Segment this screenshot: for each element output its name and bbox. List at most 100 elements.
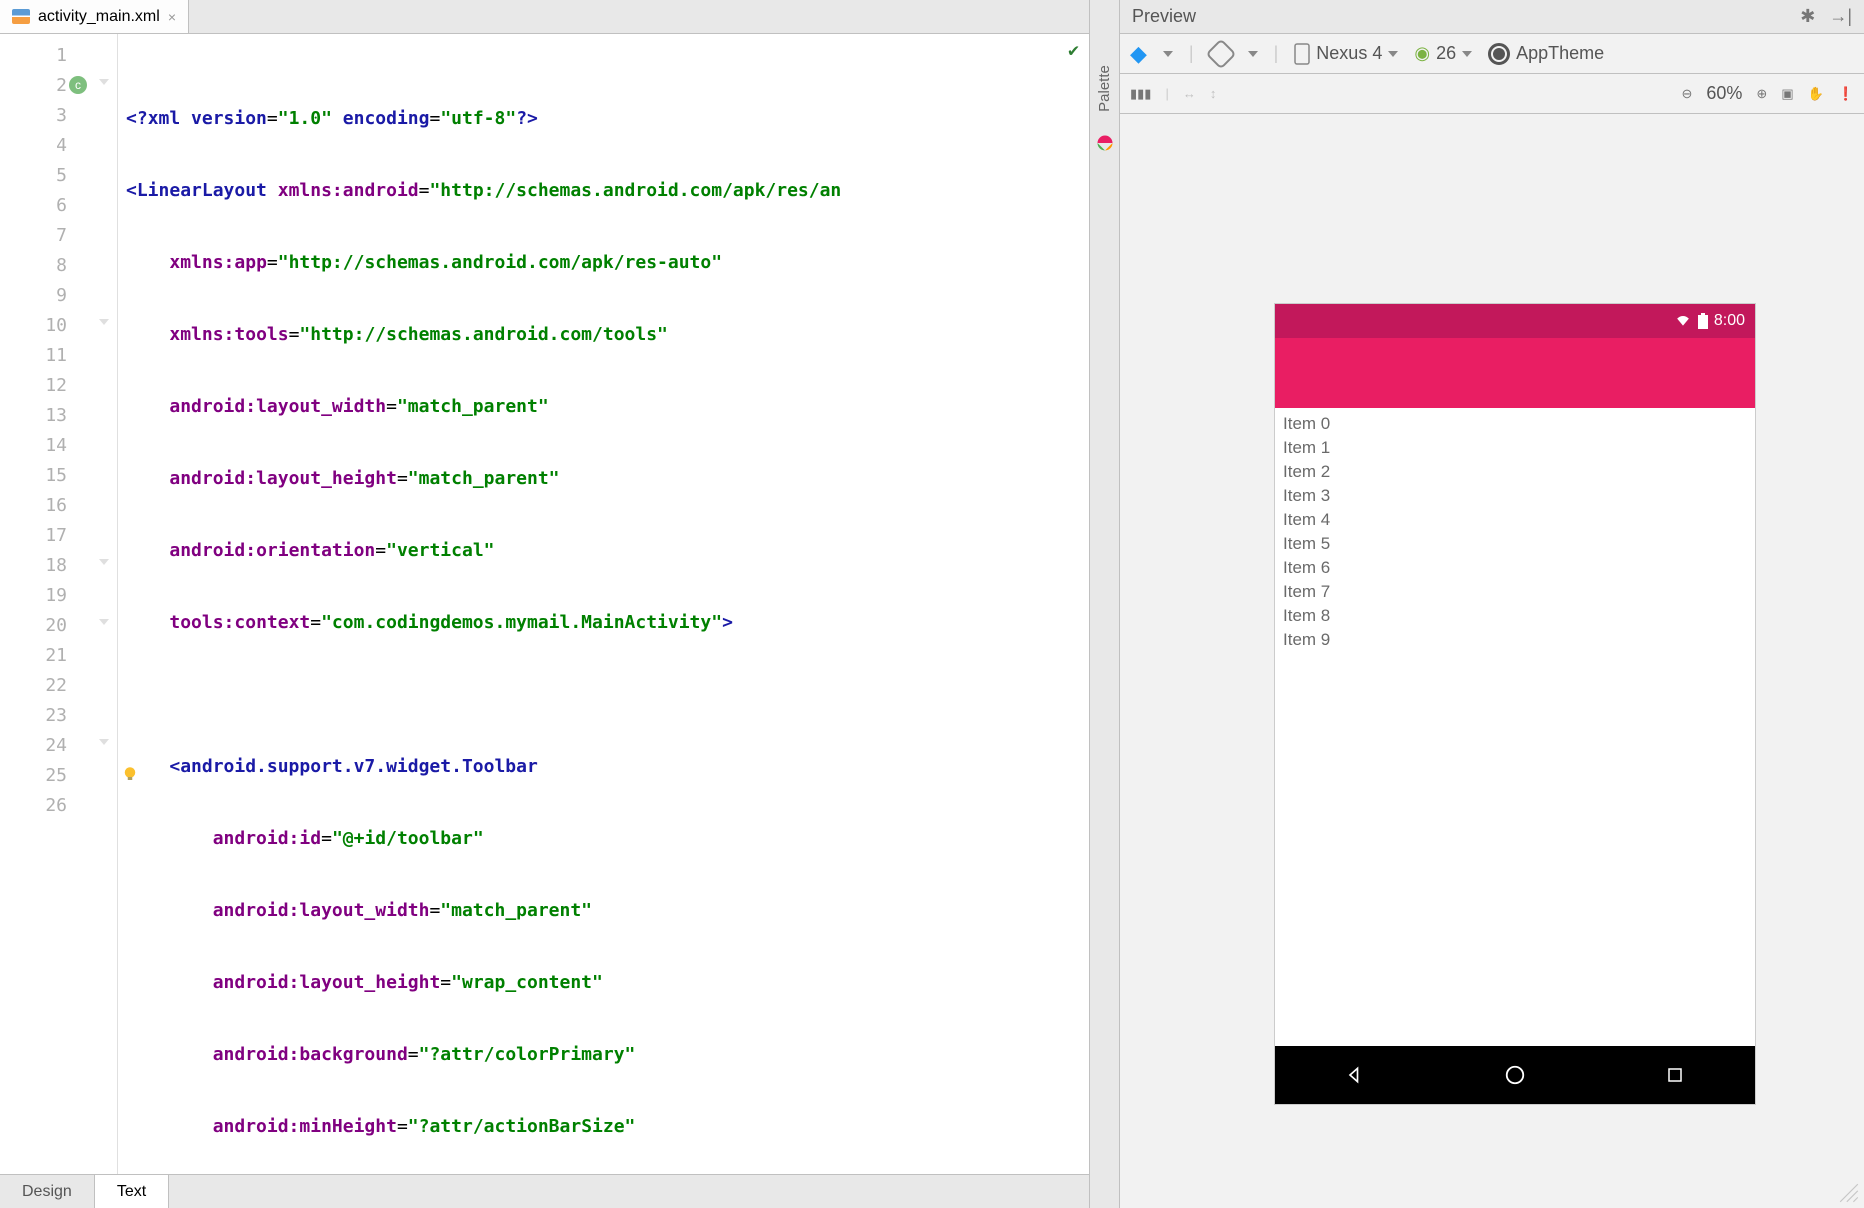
list-item: Item 8 bbox=[1283, 604, 1747, 628]
line-number: 15 bbox=[45, 465, 67, 486]
api-label: 26 bbox=[1436, 43, 1456, 64]
analysis-ok-icon[interactable]: ✔ bbox=[1068, 40, 1079, 61]
line-number: 17 bbox=[45, 525, 67, 546]
fold-icon[interactable] bbox=[99, 619, 109, 629]
line-number: 14 bbox=[45, 435, 67, 456]
line-number: 22 bbox=[45, 675, 67, 696]
palette-label: Palette bbox=[1096, 65, 1113, 112]
preview-canvas[interactable]: 8:00 Item 0 Item 1 Item 2 Item 3 Item 4 … bbox=[1120, 114, 1864, 1208]
phone-icon bbox=[1294, 43, 1310, 65]
device-frame: 8:00 Item 0 Item 1 Item 2 Item 3 Item 4 … bbox=[1275, 304, 1755, 1104]
tab-design[interactable]: Design bbox=[0, 1175, 95, 1208]
line-number: 13 bbox=[45, 405, 67, 426]
lightbulb-icon[interactable] bbox=[121, 765, 139, 783]
chevron-down-icon[interactable] bbox=[1248, 51, 1258, 57]
android-icon: ◉ bbox=[1414, 43, 1430, 64]
resize-grip-icon[interactable] bbox=[1838, 1182, 1860, 1204]
status-bar: 8:00 bbox=[1275, 304, 1755, 338]
line-number: 12 bbox=[45, 375, 67, 396]
line-number: 3 bbox=[56, 105, 67, 126]
list-item: Item 2 bbox=[1283, 460, 1747, 484]
gear-icon[interactable]: ✱ bbox=[1800, 6, 1815, 27]
theme-label: AppTheme bbox=[1516, 43, 1604, 64]
api-selector[interactable]: ◉ 26 bbox=[1414, 43, 1472, 64]
preview-header: Preview ✱ →| bbox=[1120, 0, 1864, 34]
coverage-marker-icon[interactable]: c bbox=[69, 76, 87, 94]
line-number: 5 bbox=[56, 165, 67, 186]
fold-icon[interactable] bbox=[99, 319, 109, 329]
line-number: 19 bbox=[45, 585, 67, 606]
pan-tool-icon[interactable]: ✋ bbox=[1808, 86, 1824, 102]
line-number: 18 bbox=[45, 555, 67, 576]
line-number: 21 bbox=[45, 645, 67, 666]
line-number: 6 bbox=[56, 195, 67, 216]
list-item: Item 4 bbox=[1283, 508, 1747, 532]
line-number: 26 bbox=[45, 795, 67, 816]
tab-text[interactable]: Text bbox=[95, 1175, 169, 1208]
fold-icon[interactable] bbox=[99, 559, 109, 569]
device-label: Nexus 4 bbox=[1316, 43, 1382, 64]
theme-icon bbox=[1488, 43, 1510, 65]
chevron-down-icon bbox=[1462, 51, 1472, 57]
xml-file-icon bbox=[12, 9, 30, 24]
list-item: Item 6 bbox=[1283, 556, 1747, 580]
layers-icon[interactable]: ◆ bbox=[1130, 41, 1147, 67]
line-number: 8 bbox=[56, 255, 67, 276]
recycler-view: Item 0 Item 1 Item 2 Item 3 Item 4 Item … bbox=[1275, 408, 1755, 1046]
pan-horizontal-icon: ↔ bbox=[1183, 86, 1196, 101]
list-item: Item 5 bbox=[1283, 532, 1747, 556]
status-time: 8:00 bbox=[1714, 312, 1745, 330]
preview-toolbar-2: ▮▮▮ | ↔ ↕ ⊖ 60% ⊕ ▣ ✋ ❗ bbox=[1120, 74, 1864, 114]
list-item: Item 7 bbox=[1283, 580, 1747, 604]
wifi-icon bbox=[1674, 314, 1692, 328]
list-item: Item 9 bbox=[1283, 628, 1747, 652]
nav-bar bbox=[1275, 1046, 1755, 1104]
chevron-down-icon[interactable] bbox=[1163, 51, 1173, 57]
list-item: Item 3 bbox=[1283, 484, 1747, 508]
preview-toolbar-1: ◆ | | Nexus 4 ◉ 26 AppTheme bbox=[1120, 34, 1864, 74]
preview-panel: Preview ✱ →| ◆ | | Nexus 4 ◉ 26 AppTheme… bbox=[1120, 0, 1864, 1208]
fold-icon[interactable] bbox=[99, 739, 109, 749]
file-tab-label: activity_main.xml bbox=[38, 8, 160, 26]
hide-icon[interactable]: →| bbox=[1829, 6, 1852, 27]
recent-icon bbox=[1662, 1062, 1688, 1088]
line-number: 20 bbox=[45, 615, 67, 636]
zoom-level: 60% bbox=[1706, 83, 1742, 104]
line-number: 9 bbox=[56, 285, 67, 306]
pan-vertical-icon: ↕ bbox=[1210, 86, 1217, 101]
line-number: 7 bbox=[56, 225, 67, 246]
chevron-down-icon bbox=[1388, 51, 1398, 57]
palette-icon bbox=[1095, 133, 1115, 153]
theme-selector[interactable]: AppTheme bbox=[1488, 43, 1604, 65]
zoom-out-icon[interactable]: ⊖ bbox=[1681, 86, 1692, 102]
line-number: 25 bbox=[45, 765, 67, 786]
list-item: Item 1 bbox=[1283, 436, 1747, 460]
line-number: 24 bbox=[45, 735, 67, 756]
orientation-icon[interactable] bbox=[1205, 38, 1236, 69]
code-area[interactable]: ✔ <?xml version="1.0" encoding="utf-8"?>… bbox=[118, 34, 1089, 1174]
line-number: 23 bbox=[45, 705, 67, 726]
close-icon[interactable]: × bbox=[168, 9, 176, 25]
warnings-icon[interactable]: ❗ bbox=[1838, 86, 1854, 102]
back-icon bbox=[1342, 1062, 1368, 1088]
line-number: 4 bbox=[56, 135, 67, 156]
line-number: 16 bbox=[45, 495, 67, 516]
list-item: Item 0 bbox=[1283, 412, 1747, 436]
fold-icon[interactable] bbox=[99, 79, 109, 89]
palette-strip[interactable]: Palette bbox=[1090, 0, 1120, 1208]
editor-mode-tabs: Design Text bbox=[0, 1174, 1089, 1208]
gutter: 1 2c 3 4 5 6 7 8 9 10 11 12 13 14 15 16 … bbox=[0, 34, 118, 1174]
editor-area[interactable]: 1 2c 3 4 5 6 7 8 9 10 11 12 13 14 15 16 … bbox=[0, 34, 1089, 1174]
home-icon bbox=[1502, 1062, 1528, 1088]
line-number: 2 bbox=[56, 75, 67, 96]
editor-panel: activity_main.xml × 1 2c 3 4 5 6 7 8 9 1… bbox=[0, 0, 1090, 1208]
device-selector[interactable]: Nexus 4 bbox=[1294, 43, 1398, 65]
line-number: 10 bbox=[45, 315, 67, 336]
file-tab[interactable]: activity_main.xml × bbox=[0, 0, 189, 33]
zoom-in-icon[interactable]: ⊕ bbox=[1756, 86, 1767, 102]
app-toolbar bbox=[1275, 338, 1755, 408]
battery-icon bbox=[1698, 313, 1708, 329]
line-number: 11 bbox=[45, 345, 67, 366]
viewport-icon[interactable]: ▮▮▮ bbox=[1130, 86, 1151, 102]
fit-screen-icon[interactable]: ▣ bbox=[1781, 86, 1793, 102]
